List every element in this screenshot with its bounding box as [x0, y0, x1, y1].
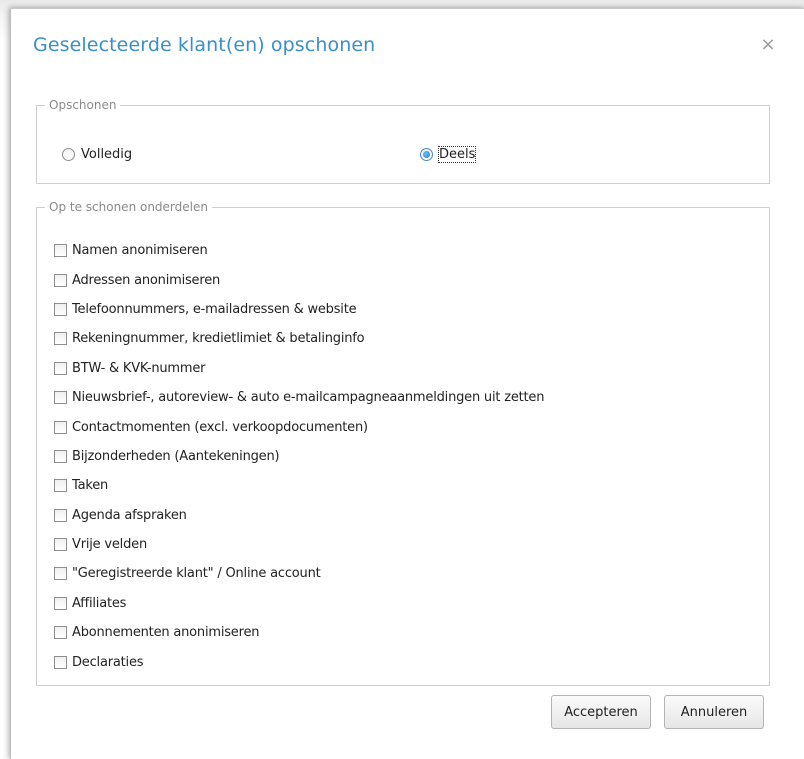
checkbox-label: BTW- & KVK-nummer [72, 360, 206, 376]
checkbox-label: Declaraties [72, 654, 144, 670]
checkbox-label: Abonnementen anonimiseren [72, 625, 260, 641]
checkbox-label: Affiliates [72, 595, 127, 611]
checkbox-label: Nieuwsbrief-, autoreview- & auto e-mailc… [72, 390, 545, 406]
checkbox-agenda-afspraken[interactable]: Agenda afspraken [54, 501, 544, 530]
checkbox-box[interactable] [54, 508, 67, 522]
radio-volledig-label: Volledig [81, 147, 133, 162]
checkbox-affiliates[interactable]: Affiliates [54, 589, 544, 618]
onderdelen-checkbox-list: Namen anonimiseren Adressen anonimiseren… [54, 236, 544, 677]
checkbox-box[interactable] [54, 567, 67, 581]
checkbox-label: Agenda afspraken [72, 507, 187, 523]
checkbox-label: Telefoonnummers, e-mailadressen & websit… [72, 301, 357, 317]
checkbox-bijzonderheden[interactable]: Bijzonderheden (Aantekeningen) [54, 442, 544, 471]
opschonen-group: Opschonen [36, 98, 770, 184]
checkbox-rekeningnummer[interactable]: Rekeningnummer, kredietlimiet & betaling… [54, 324, 544, 353]
checkbox-box[interactable] [54, 596, 67, 610]
checkbox-vrije-velden[interactable]: Vrije velden [54, 530, 544, 559]
checkbox-box[interactable] [54, 420, 67, 434]
checkbox-box[interactable] [54, 626, 67, 640]
checkbox-label: Taken [72, 478, 109, 494]
radio-deels[interactable]: Deels [420, 146, 477, 163]
checkbox-label: Rekeningnummer, kredietlimiet & betaling… [72, 331, 365, 347]
checkbox-label: Contactmomenten (excl. verkoopdocumenten… [72, 419, 368, 435]
checkbox-contactmomenten[interactable]: Contactmomenten (excl. verkoopdocumenten… [54, 412, 544, 441]
checkbox-nieuwsbrief[interactable]: Nieuwsbrief-, autoreview- & auto e-mailc… [54, 383, 544, 412]
cancel-button[interactable]: Annuleren [664, 695, 764, 729]
accept-button[interactable]: Accepteren [551, 695, 651, 729]
checkbox-geregistreerde-klant[interactable]: "Geregistreerde klant" / Online account [54, 559, 544, 588]
checkbox-box[interactable] [54, 302, 67, 316]
checkbox-adressen-anonimiseren[interactable]: Adressen anonimiseren [54, 265, 544, 294]
checkbox-box[interactable] [54, 655, 67, 669]
checkbox-box[interactable] [54, 391, 67, 405]
radio-deels-circle[interactable] [420, 148, 433, 161]
close-icon[interactable]: × [758, 35, 778, 55]
checkbox-telefoonnummers[interactable]: Telefoonnummers, e-mailadressen & websit… [54, 295, 544, 324]
checkbox-label: "Geregistreerde klant" / Online account [72, 566, 321, 582]
checkbox-btw-kvk[interactable]: BTW- & KVK-nummer [54, 354, 544, 383]
checkbox-declaraties[interactable]: Declaraties [54, 647, 544, 676]
checkbox-label: Bijzonderheden (Aantekeningen) [72, 448, 280, 464]
radio-deels-label: Deels [437, 146, 477, 163]
checkbox-box[interactable] [54, 273, 67, 287]
checkbox-label: Adressen anonimiseren [72, 272, 221, 288]
checkbox-taken[interactable]: Taken [54, 471, 544, 500]
checkbox-label: Vrije velden [72, 537, 147, 553]
checkbox-box[interactable] [54, 361, 67, 375]
checkbox-box[interactable] [54, 538, 67, 552]
checkbox-namen-anonimiseren[interactable]: Namen anonimiseren [54, 236, 544, 265]
checkbox-label: Namen anonimiseren [72, 243, 208, 259]
checkbox-box[interactable] [54, 332, 67, 346]
checkbox-abonnementen[interactable]: Abonnementen anonimiseren [54, 618, 544, 647]
radio-volledig-circle[interactable] [62, 148, 75, 161]
checkbox-box[interactable] [54, 244, 67, 258]
checkbox-box[interactable] [54, 479, 67, 493]
opschonen-legend: Opschonen [49, 98, 117, 112]
dialog-title: Geselecteerde klant(en) opschonen [33, 34, 376, 56]
checkbox-box[interactable] [54, 449, 67, 463]
onderdelen-legend: Op te schonen onderdelen [49, 200, 208, 214]
radio-volledig[interactable]: Volledig [62, 147, 132, 162]
